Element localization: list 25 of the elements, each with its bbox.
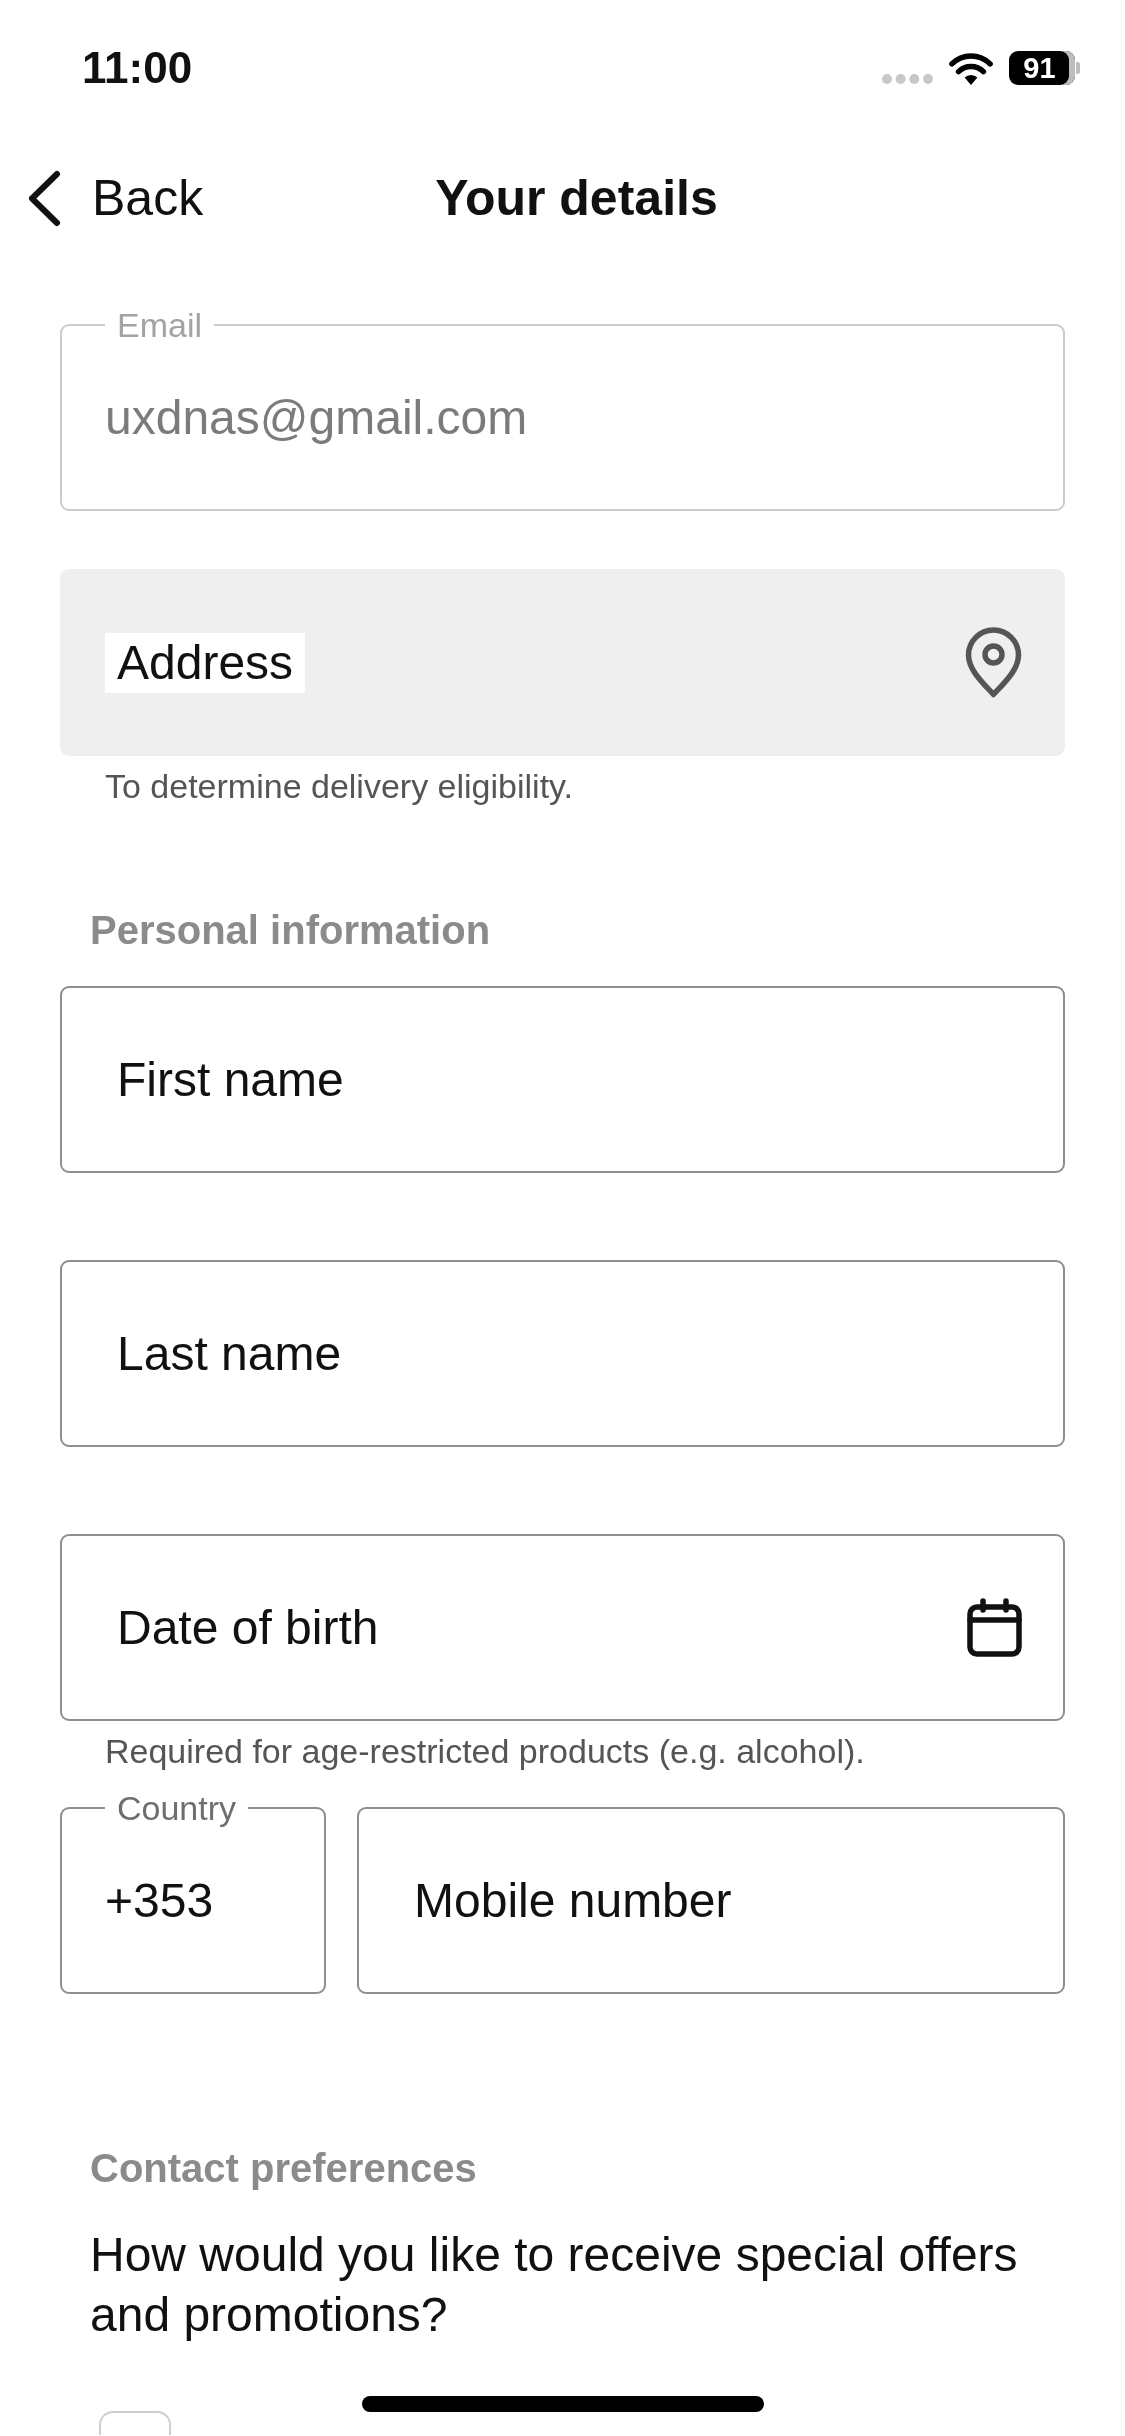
- field-value: uxdnas@gmail.com: [105, 390, 528, 446]
- field-label: Email: [116, 305, 204, 345]
- field-label: Address: [105, 632, 306, 693]
- battery-indicator: 91: [1009, 51, 1080, 85]
- checkbox[interactable]: [99, 2411, 171, 2435]
- date-field[interactable]: Date of birth: [60, 1534, 1065, 1721]
- input-field[interactable]: Mobile number: [357, 1807, 1065, 1994]
- section-heading: Contact preferences: [89, 2145, 478, 2192]
- calendar-icon: [967, 1598, 1022, 1657]
- field-label: Country: [116, 1788, 238, 1828]
- wifi-icon: [948, 51, 994, 85]
- question-text: How would you like to receive special offers and promotions?: [89, 2227, 1019, 2343]
- input-field[interactable]: Last name: [60, 1260, 1065, 1447]
- chevron-left-icon: [28, 169, 61, 227]
- input-field[interactable]: First name: [60, 986, 1065, 1173]
- helper-text: Required for age-restricted products (e.g. alcohol).: [104, 1731, 866, 1771]
- address-field[interactable]: Address: [60, 569, 1065, 756]
- signal-icon: [882, 74, 933, 84]
- status-time: 11:00: [82, 46, 193, 90]
- field-value: +353: [105, 1873, 214, 1929]
- back-button[interactable]: Back: [28, 168, 204, 228]
- page-title: Your details: [435, 169, 718, 228]
- helper-text: To determine delivery eligibility.: [104, 766, 574, 806]
- section-heading: Personal information: [89, 907, 492, 954]
- location-pin-icon: [965, 627, 1022, 698]
